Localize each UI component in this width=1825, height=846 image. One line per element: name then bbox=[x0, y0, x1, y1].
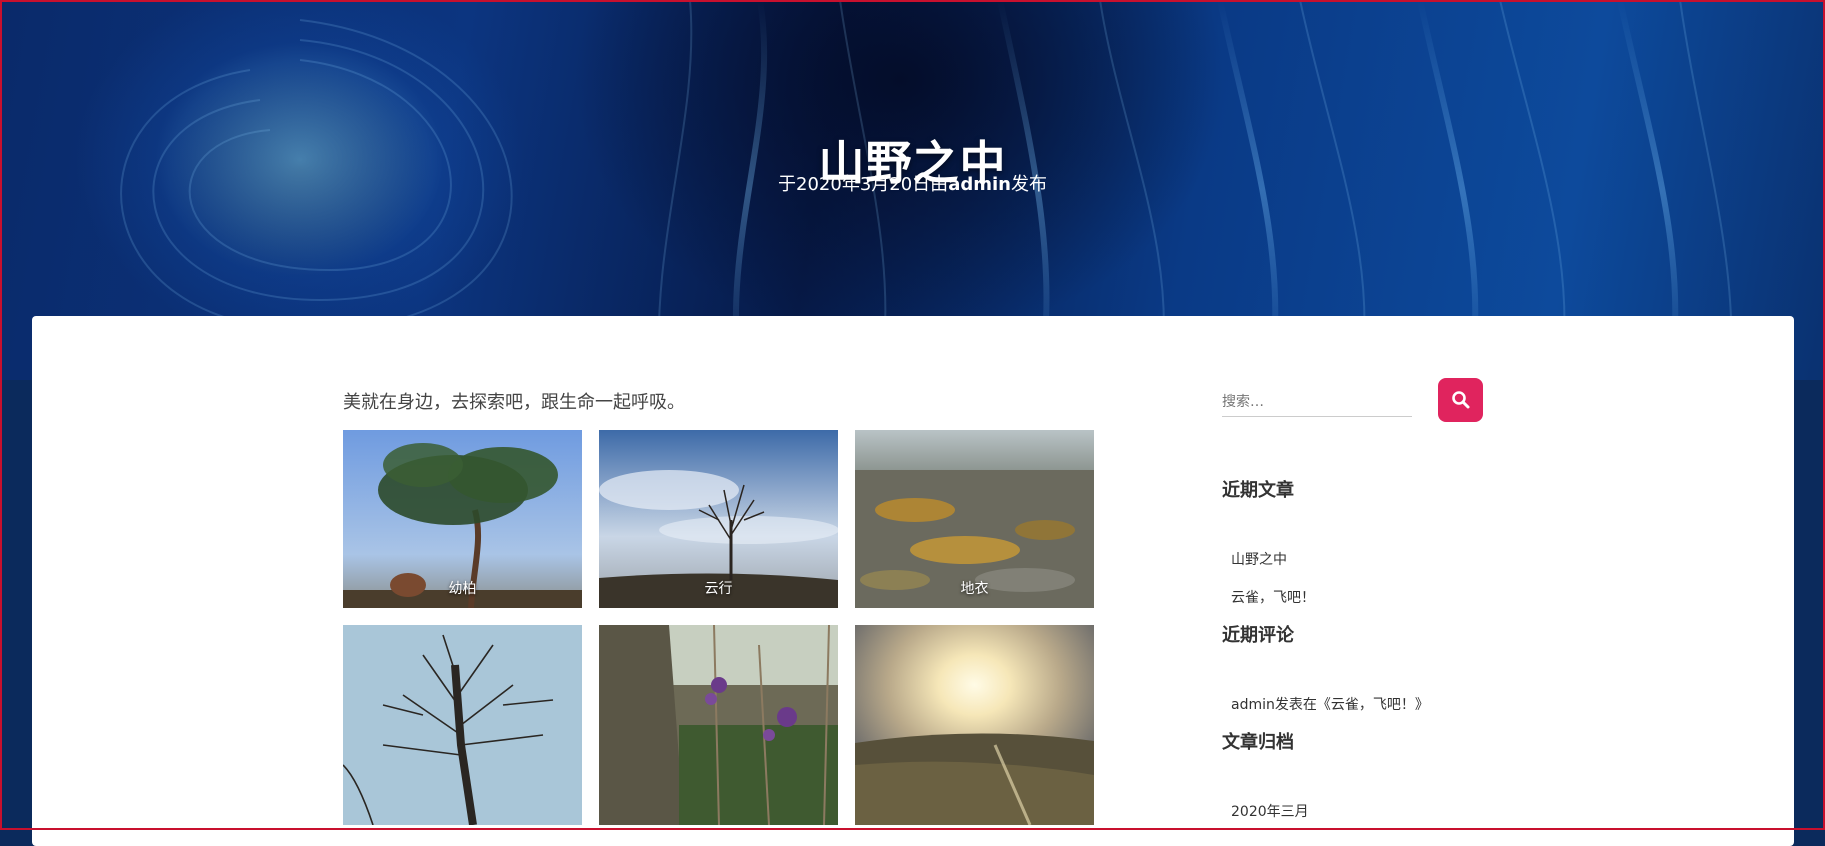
search-input[interactable] bbox=[1222, 388, 1412, 417]
photo-gallery: 幼柏 云行 地衣 bbox=[343, 430, 1095, 825]
content-card: 美就在身边，去探索吧，跟生命一起呼吸。 幼柏 云行 地衣 搜索… 近期文章 山野… bbox=[32, 316, 1794, 846]
post-meta: 于2020年3月20日由admin发布 bbox=[0, 170, 1825, 196]
post-author-link[interactable]: admin bbox=[948, 174, 1011, 195]
flowers-photo bbox=[599, 625, 838, 825]
recent-comments-title: 近期评论 bbox=[1222, 625, 1294, 646]
post-date: 于2020年3月20日由 bbox=[778, 174, 949, 195]
gallery-item-flowers[interactable] bbox=[599, 625, 838, 825]
recent-comment-link[interactable]: admin发表在《云雀，飞吧！》 bbox=[1231, 694, 1429, 714]
search-icon bbox=[1451, 391, 1469, 409]
bare-tree-photo bbox=[343, 625, 582, 825]
post-intro: 美就在身边，去探索吧，跟生命一起呼吸。 bbox=[343, 392, 685, 413]
gallery-caption: 地衣 bbox=[960, 581, 989, 597]
archives-title: 文章归档 bbox=[1222, 732, 1294, 753]
gallery-item-lichen[interactable]: 地衣 bbox=[855, 430, 1094, 608]
recent-post-link[interactable]: 山野之中 bbox=[1231, 549, 1287, 569]
post-meta-suffix: 发布 bbox=[1010, 174, 1047, 195]
gallery-item-pine[interactable]: 幼柏 bbox=[343, 430, 582, 608]
archive-link[interactable]: 2020年三月 bbox=[1231, 801, 1309, 821]
sunset-photo bbox=[855, 625, 1094, 825]
search-widget bbox=[1222, 378, 1483, 422]
gallery-caption: 幼柏 bbox=[448, 581, 477, 597]
gallery-item-sunset[interactable] bbox=[855, 625, 1094, 825]
gallery-item-clouds[interactable]: 云行 bbox=[599, 430, 838, 608]
gallery-item-bare-tree[interactable] bbox=[343, 625, 582, 825]
search-button[interactable] bbox=[1438, 378, 1483, 422]
recent-post-link[interactable]: 云雀，飞吧！ bbox=[1231, 587, 1315, 607]
recent-posts-title: 近期文章 bbox=[1222, 480, 1294, 501]
gallery-caption: 云行 bbox=[704, 581, 733, 597]
